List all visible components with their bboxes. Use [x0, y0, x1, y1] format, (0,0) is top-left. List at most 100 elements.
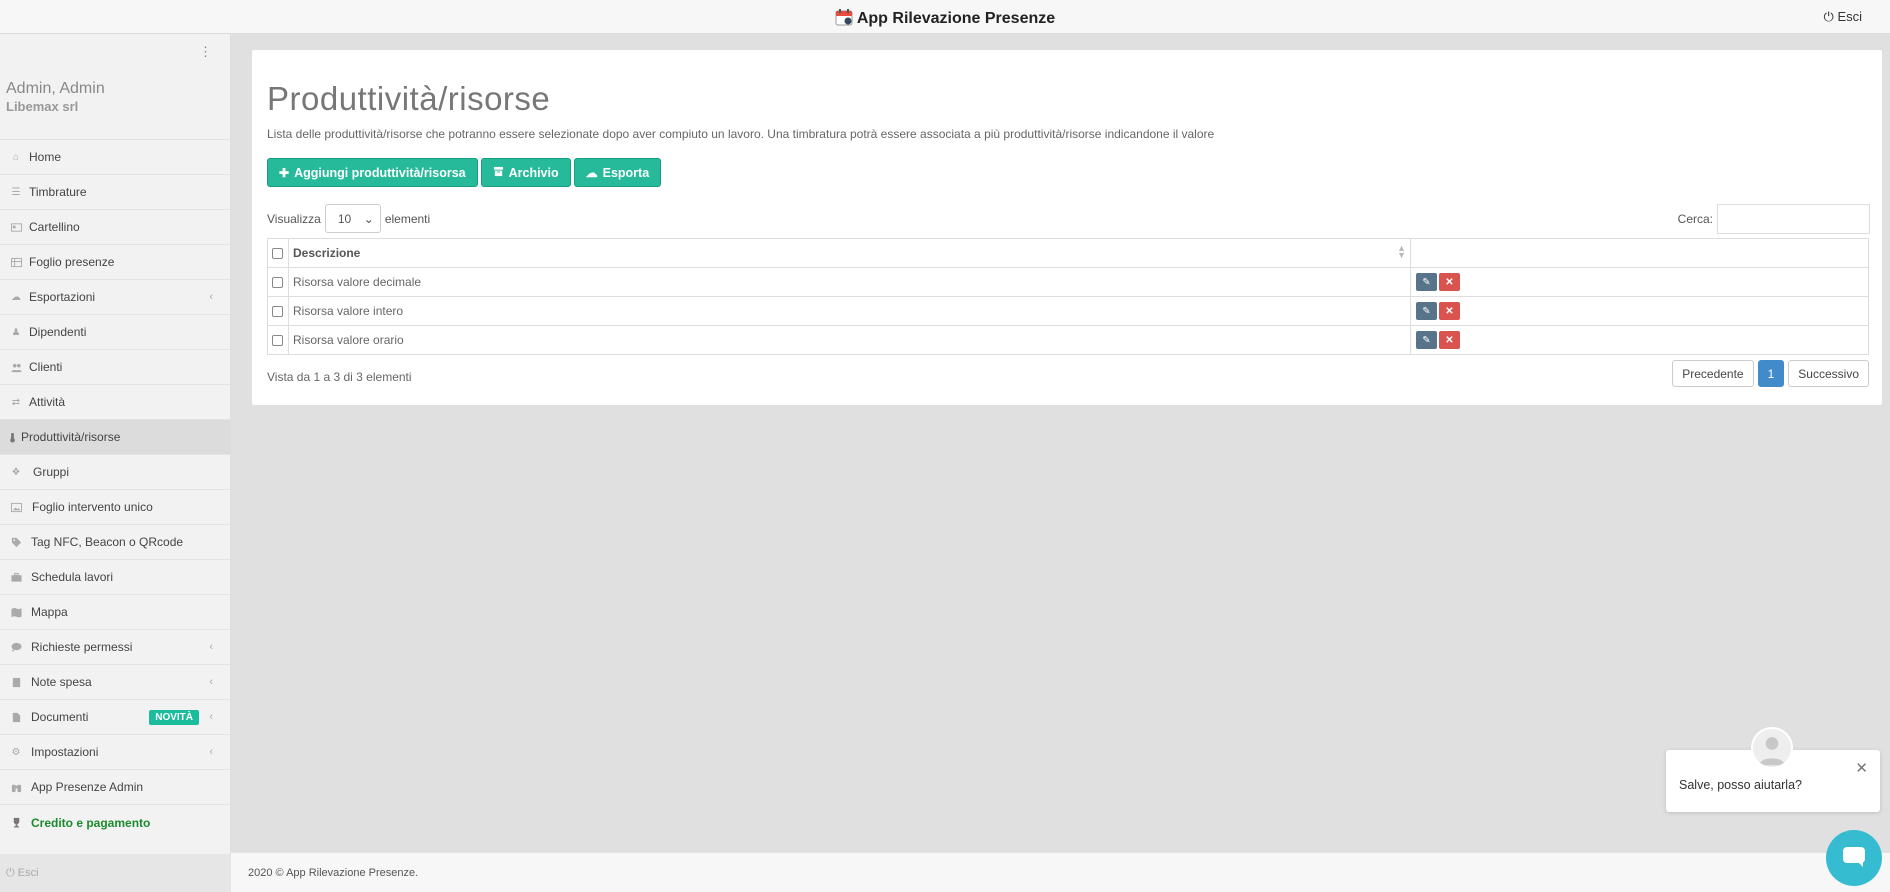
sidebar-item-dipendenti[interactable]: ♟ Dipendenti [0, 315, 231, 350]
sidebar-item-label: Timbrature [29, 185, 87, 199]
content-panel: Produttività/risorse Lista delle produtt… [252, 50, 1882, 405]
archive-label: Archivio [508, 165, 559, 180]
image-icon [10, 501, 22, 513]
copyright-text: 2020 © App Rilevazione Presenze. [248, 867, 419, 879]
note-icon [10, 676, 22, 688]
sidebar-item-label: Attività [29, 395, 66, 409]
sidebar-item-attivita[interactable]: ⇄ Attività [0, 385, 231, 420]
edit-button[interactable]: ✎ [1416, 331, 1437, 349]
row-actions: ✎ ✕ [1410, 296, 1869, 326]
table-row: Risorsa valore decimale ✎ ✕ [267, 267, 1869, 297]
chat-close-icon[interactable]: ✕ [1855, 759, 1868, 777]
trophy-icon [10, 817, 22, 829]
search-control: Cerca: [1678, 204, 1870, 234]
top-bar: App Rilevazione Presenze ⏻ Esci [0, 0, 1890, 34]
search-label: Cerca: [1677, 212, 1713, 226]
sidebar-item-mappa[interactable]: Mappa [0, 595, 231, 630]
cloud-download-icon: ☁ [585, 165, 598, 180]
sidebar-item-tag-nfc[interactable]: Tag NFC, Beacon o QRcode [0, 525, 231, 560]
add-resource-button[interactable]: ✚ Aggiungi produttività/risorsa [267, 158, 478, 187]
kebab-menu-icon[interactable]: ⋮ [199, 44, 212, 60]
sidebar-item-cartellino[interactable]: Cartellino [0, 210, 231, 245]
row-checkbox[interactable] [272, 335, 283, 347]
chat-launcher-button[interactable] [1826, 830, 1882, 886]
sidebar-item-label: Foglio intervento unico [32, 500, 153, 514]
delete-button[interactable]: ✕ [1439, 331, 1460, 349]
table-icon [10, 256, 22, 268]
user-profile: Admin, Admin Libemax srl [0, 70, 231, 140]
sidebar-item-home[interactable]: ⌂ Home [0, 140, 231, 175]
sidebar-item-foglio-presenze[interactable]: Foglio presenze [0, 245, 231, 280]
logout-button[interactable]: ⏻ Esci [1824, 9, 1862, 25]
sidebar-item-label: Home [29, 150, 62, 164]
chevron-down-icon: ⌄ [363, 211, 374, 226]
app-title-text: App Rilevazione Presenze [856, 10, 1056, 27]
sidebar-item-esportazioni[interactable]: ☁ Esportazioni ‹ [0, 280, 231, 315]
row-checkbox[interactable] [272, 306, 283, 318]
sidebar-item-note-spesa[interactable]: Note spesa ‹ [0, 665, 231, 700]
row-checkbox[interactable] [272, 277, 283, 289]
delete-button[interactable]: ✕ [1439, 302, 1460, 320]
column-descrizione[interactable]: Descrizione ▲ ▼ [288, 238, 1411, 268]
chat-icon [1840, 843, 1868, 874]
sidebar-item-label: Dipendenti [29, 325, 87, 339]
sidebar-item-label: Richieste permessi [31, 640, 133, 654]
sidebar-item-label: App Presenze Admin [31, 780, 144, 794]
sidebar-item-label: Note spesa [31, 675, 92, 689]
sidebar-item-label: Esportazioni [29, 290, 96, 304]
previous-page-button[interactable]: Precedente [1672, 360, 1754, 387]
row-actions: ✎ ✕ [1410, 325, 1869, 355]
sidebar-item-produttivita-risorse[interactable]: Produttività/risorse [0, 420, 231, 455]
sidebar-logout-label: Esci [17, 867, 39, 879]
home-icon: ⌂ [12, 151, 20, 163]
edit-button[interactable]: ✎ [1416, 273, 1437, 291]
sidebar-item-credito-pagamento[interactable]: Credito e pagamento [0, 805, 231, 840]
sidebar-item-schedula-lavori[interactable]: Schedula lavori [0, 560, 231, 595]
delete-button[interactable]: ✕ [1439, 273, 1460, 291]
page-length-select[interactable]: 10 ⌄ [324, 204, 381, 233]
action-buttons: ✚ Aggiungi produttività/risorsa Archivio … [267, 158, 662, 187]
tags-icon [10, 536, 22, 548]
close-icon: ✕ [1445, 334, 1454, 346]
add-resource-label: Aggiungi produttività/risorsa [294, 165, 466, 180]
sidebar-logout-button[interactable]: ⏻ Esci [6, 867, 39, 880]
chevron-left-icon: ‹ [209, 746, 213, 758]
sidebar-item-documenti[interactable]: Documenti NOVITÀ ‹ [0, 700, 231, 735]
sidebar-item-label: Impostazioni [31, 745, 99, 759]
pagination: Precedente 1 Successivo [1672, 360, 1869, 387]
briefcase-icon [10, 571, 22, 583]
sidebar-item-clienti[interactable]: Clienti [0, 350, 231, 385]
select-all-checkbox[interactable] [272, 248, 283, 260]
user-name: Admin, Admin [6, 80, 105, 97]
sidebar-item-foglio-intervento[interactable]: Foglio intervento unico [0, 490, 231, 525]
archive-button[interactable]: Archivio [480, 158, 571, 187]
sidebar-item-richieste-permessi[interactable]: Richieste permessi ‹ [0, 630, 231, 665]
cloud-icon: ☁ [11, 291, 21, 303]
sidebar-item-label: Schedula lavori [31, 570, 114, 584]
export-label: Esporta [602, 165, 650, 180]
sidebar-item-impostazioni[interactable]: ⚙ Impostazioni ‹ [0, 735, 231, 770]
power-icon: ⏻ [1823, 9, 1834, 24]
edit-button[interactable]: ✎ [1416, 302, 1437, 320]
cogs-icon: ⚙ [11, 746, 21, 758]
chevron-left-icon: ‹ [209, 711, 213, 723]
row-description: Risorsa valore decimale [288, 267, 1411, 297]
next-page-button[interactable]: Successivo [1788, 360, 1869, 387]
chevron-left-icon: ‹ [209, 641, 213, 653]
row-actions: ✎ ✕ [1410, 267, 1869, 297]
sidebar-item-timbrature[interactable]: ☰ Timbrature [0, 175, 231, 210]
resources-table: Descrizione ▲ ▼ Risorsa valore decimale ✎ ✕… [267, 238, 1869, 355]
sidebar-item-label: Produttività/risorse [21, 430, 121, 444]
export-button[interactable]: ☁ Esporta [573, 158, 662, 187]
sidebar-item-app-presenze-admin[interactable]: App Presenze Admin [0, 770, 231, 805]
edit-icon: ✎ [1422, 276, 1431, 288]
chevron-left-icon: ‹ [209, 291, 213, 303]
search-input[interactable] [1717, 204, 1870, 234]
close-icon: ✕ [1445, 305, 1454, 317]
sidebar-item-label: Foglio presenze [29, 255, 115, 269]
cubes-icon: ❖ [11, 466, 21, 478]
page-footer: 2020 © App Rilevazione Presenze. [231, 852, 1890, 892]
page-1-button[interactable]: 1 [1757, 360, 1785, 387]
table-info: Vista da 1 a 3 di 3 elementi [267, 370, 412, 384]
sidebar-item-gruppi[interactable]: ❖ Gruppi [0, 455, 231, 490]
